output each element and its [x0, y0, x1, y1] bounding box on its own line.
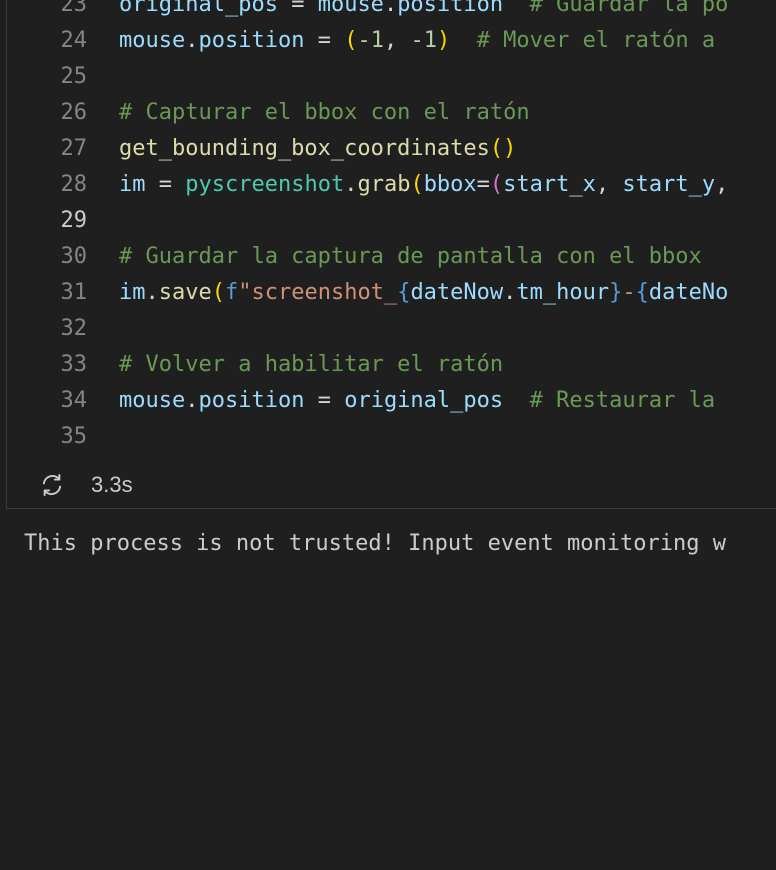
code-text[interactable]: # Volver a habilitar el ratón: [119, 347, 503, 383]
code-line[interactable]: 34 mouse.position = original_pos # Restau…: [7, 383, 776, 419]
code-line[interactable]: 23 original_pos = mouse.position # Guarda…: [7, 0, 776, 23]
code-token: .: [383, 0, 398, 17]
code-token: {: [397, 280, 411, 305]
code-text[interactable]: im = pyscreenshot.grab(bbox=(start_x, st…: [119, 167, 728, 203]
code-token: start_y: [622, 172, 716, 197]
code-text[interactable]: get_bounding_box_coordinates(): [119, 131, 516, 167]
code-text[interactable]: # Guardar la captura de pantalla con el …: [119, 239, 702, 275]
code-line[interactable]: 24 mouse.position = (-1, -1) # Mover el r…: [7, 23, 776, 59]
code-token: =: [304, 388, 345, 413]
code-editor[interactable]: 23 original_pos = mouse.position # Guarda…: [7, 0, 776, 455]
code-token: mouse: [119, 28, 186, 53]
notebook-code-cell[interactable]: 23 original_pos = mouse.position # Guarda…: [6, 0, 776, 509]
code-line[interactable]: 35: [7, 419, 776, 455]
code-token: =: [277, 0, 318, 17]
line-number: 33: [60, 352, 88, 377]
cell-status-bar: 3.3s: [7, 460, 776, 508]
sync-icon: [42, 474, 62, 496]
code-token: # Restaurar la: [503, 388, 716, 413]
code-token: position: [198, 388, 305, 413]
code-token: (: [410, 172, 424, 197]
code-token: position: [198, 28, 305, 53]
line-number: 25: [60, 64, 88, 89]
code-token: position: [397, 0, 504, 17]
code-token: .: [185, 388, 199, 413]
code-text[interactable]: mouse.position = original_pos # Restaura…: [119, 383, 715, 419]
code-line[interactable]: 28 im = pyscreenshot.grab(bbox=(start_x, …: [7, 167, 776, 203]
code-token: {: [635, 280, 649, 305]
code-token: .: [185, 28, 199, 53]
line-number: 31: [60, 280, 88, 305]
code-token: grab: [357, 172, 411, 197]
code-line[interactable]: 30 # Guardar la captura de pantalla con e…: [7, 239, 776, 275]
code-token: bbox: [423, 172, 477, 197]
code-token: .: [145, 280, 159, 305]
code-token: dateNow: [410, 280, 504, 305]
code-token: # Capturar el bbox con el ratón: [119, 100, 530, 125]
code-token: # Guardar la captura de pantalla con el …: [119, 244, 702, 269]
code-token: -1: [410, 28, 437, 53]
code-token: -: [622, 280, 636, 305]
execution-time: 3.3s: [91, 472, 133, 497]
code-token: (: [344, 28, 358, 53]
code-token: # Guardar la po: [503, 0, 729, 17]
code-token: im: [119, 280, 146, 305]
code-token: ): [436, 28, 451, 53]
code-token: get_bounding_box_coordinates: [119, 136, 490, 161]
code-line[interactable]: 33 # Volver a habilitar el ratón: [7, 347, 776, 383]
code-line[interactable]: 29: [7, 203, 776, 239]
code-token: (): [489, 136, 517, 161]
line-number: 34: [60, 388, 88, 413]
code-line[interactable]: 26 # Capturar el bbox con el ratón: [7, 95, 776, 131]
line-number: 28: [60, 172, 88, 197]
code-token: (: [211, 280, 225, 305]
code-line[interactable]: 25: [7, 59, 776, 95]
code-token: =: [145, 172, 186, 197]
code-token: =: [476, 172, 490, 197]
line-number: 24: [60, 28, 88, 53]
code-token: =: [304, 28, 345, 53]
code-token: .: [344, 172, 358, 197]
code-token: start_x: [503, 172, 596, 197]
line-number: 32: [60, 316, 88, 341]
code-token: -1: [357, 28, 384, 53]
code-token: ,: [595, 172, 623, 197]
code-token: (: [489, 172, 504, 197]
line-number: 29: [60, 208, 88, 233]
code-token: tm_hour: [516, 280, 610, 305]
code-token: ,: [383, 28, 411, 53]
code-token: .: [503, 280, 517, 305]
code-text[interactable]: im.save(f"screenshot_{dateNow.tm_hour}-{…: [119, 275, 728, 311]
code-text[interactable]: original_pos = mouse.position # Guardar …: [119, 0, 728, 23]
code-token: original_pos: [119, 0, 278, 17]
code-token: original_pos: [344, 388, 504, 413]
code-line[interactable]: 32: [7, 311, 776, 347]
line-number: 35: [60, 424, 88, 449]
code-token: # Mover el ratón a: [450, 28, 716, 53]
code-token: mouse: [317, 0, 384, 17]
code-text[interactable]: # Capturar el bbox con el ratón: [119, 95, 530, 131]
code-token: im: [119, 172, 146, 197]
code-text[interactable]: mouse.position = (-1, -1) # Mover el rat…: [119, 23, 715, 59]
line-number: 26: [60, 100, 88, 125]
code-token: save: [158, 280, 212, 305]
code-token: }: [609, 280, 623, 305]
code-token: f: [224, 280, 239, 305]
code-line[interactable]: 31 im.save(f"screenshot_{dateNow.tm_hour}…: [7, 275, 776, 311]
code-token: pyscreenshot: [185, 172, 345, 197]
code-token: "screenshot_: [238, 280, 398, 305]
code-token: mouse: [119, 388, 186, 413]
line-number: 30: [60, 244, 88, 269]
code-token: # Volver a habilitar el ratón: [119, 352, 504, 377]
code-token: ,: [715, 172, 729, 197]
line-number: 27: [60, 136, 88, 161]
code-line[interactable]: 27 get_bounding_box_coordinates(): [7, 131, 776, 167]
code-token: dateNo: [648, 280, 729, 305]
cell-output-text: This process is not trusted! Input event…: [24, 531, 726, 556]
line-number: 23: [60, 0, 88, 17]
